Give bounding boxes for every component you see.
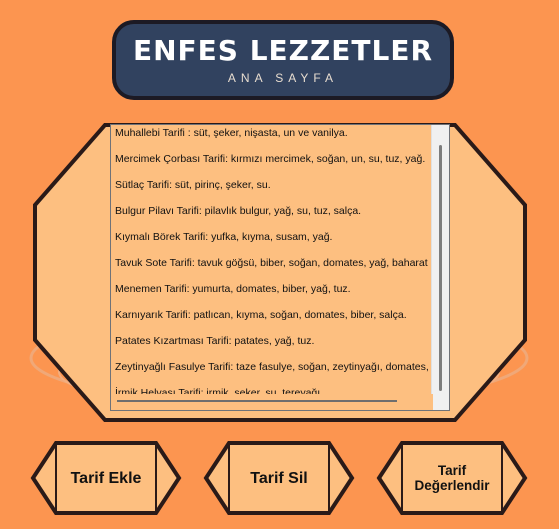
app-title: ENFES LEZZETLER [132, 34, 434, 67]
recipe-list-item[interactable]: Muhallebi Tarifi : süt, şeker, nişasta, … [111, 125, 430, 151]
recipe-listbox[interactable]: Muhallebi Tarifi : süt, şeker, nişasta, … [110, 124, 450, 411]
horizontal-scroll-thumb[interactable] [117, 400, 397, 402]
recipe-list-item[interactable]: Patates Kızartması Tarifi: patates, yağ,… [111, 333, 430, 359]
add-recipe-button[interactable]: Tarif Ekle [30, 440, 182, 516]
rate-recipe-button[interactable]: Tarif Değerlendir [376, 440, 528, 516]
add-recipe-label: Tarif Ekle [70, 469, 142, 487]
rate-recipe-label: Tarif Değerlendir [376, 440, 528, 516]
page-subtitle: ANA SAYFA [227, 71, 339, 85]
recipe-list-item[interactable]: Sütlaç Tarifi: süt, pirinç, şeker, su. [111, 177, 430, 203]
recipe-list-item[interactable]: Karnıyarık Tarifi: patlıcan, kıyma, soğa… [111, 307, 430, 333]
rate-recipe-label-line1: Tarif [437, 463, 467, 478]
recipe-list-item[interactable]: Zeytinyağlı Fasulye Tarifi: taze fasulye… [111, 359, 430, 385]
recipe-list-item[interactable]: Kıymalı Börek Tarifi: yufka, kıyma, susa… [111, 229, 430, 255]
recipe-list-item[interactable]: Mercimek Çorbası Tarifi: kırmızı mercime… [111, 151, 430, 177]
recipe-list-item[interactable]: Bulgur Pilavı Tarifi: pilavlık bulgur, y… [111, 203, 430, 229]
vertical-scroll-thumb[interactable] [439, 145, 442, 391]
recipe-list: Muhallebi Tarifi : süt, şeker, nişasta, … [111, 125, 430, 395]
horizontal-scrollbar[interactable] [111, 394, 433, 410]
vertical-scrollbar[interactable] [431, 125, 449, 410]
rate-recipe-label-line2: Değerlendir [414, 478, 490, 493]
recipe-list-item[interactable]: Menemen Tarifi: yumurta, domates, biber,… [111, 281, 430, 307]
delete-recipe-label: Tarif Sil [250, 469, 308, 487]
delete-recipe-button[interactable]: Tarif Sil [203, 440, 355, 516]
recipe-list-item[interactable]: Tavuk Sote Tarifi: tavuk göğsü, biber, s… [111, 255, 430, 281]
header-banner: ENFES LEZZETLER ANA SAYFA [112, 20, 454, 100]
